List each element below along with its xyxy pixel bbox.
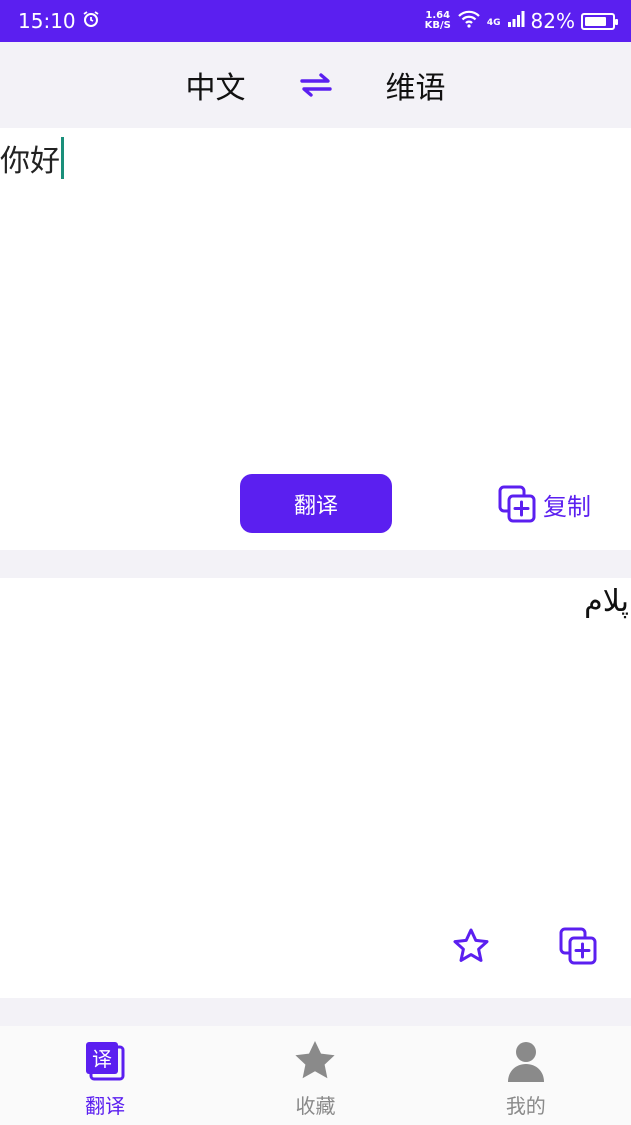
user-icon [503,1038,549,1084]
source-text-input[interactable]: 你好 [0,136,64,180]
language-bar: 中文 维语 [0,42,631,128]
translate-button[interactable]: 翻译 [240,474,392,533]
source-text-panel[interactable]: 你好 翻译 复制 [0,128,631,550]
favorite-button[interactable] [451,926,491,966]
status-right: 1.64 KB/S 4G 82% [425,9,618,33]
nav-translate[interactable]: 译 翻译 [0,1026,210,1125]
bottom-navigation: 译 翻译 收藏 我的 [0,1026,631,1125]
swap-icon [299,73,332,97]
translate-nav-icon: 译 [82,1038,128,1084]
star-outline-icon [453,928,489,962]
copy-translation-button[interactable] [558,926,598,966]
nav-profile[interactable]: 我的 [421,1026,631,1125]
status-left: 15:10 [18,9,100,33]
text-caret [61,137,64,179]
nav-translate-label: 翻译 [85,1094,126,1118]
copy-label: 复制 [543,492,591,521]
copy-icon [559,927,597,965]
source-language[interactable]: 中文 [156,63,276,107]
status-time: 15:10 [18,9,76,33]
network-type: 4G [486,18,501,28]
battery-icon [581,12,618,30]
nav-profile-label: 我的 [505,1094,546,1118]
battery-percent: 82% [530,9,575,33]
source-text: 你好 [0,144,60,179]
signal-icon [507,9,525,33]
net-speed: 1.64 KB/S [425,11,451,31]
wifi-icon [457,9,481,33]
copy-source-button[interactable]: 复制 [497,482,591,526]
nav-favorites[interactable]: 收藏 [210,1026,420,1125]
star-icon [292,1038,338,1084]
copy-icon [498,485,536,523]
alarm-icon [82,9,100,33]
translate-nav-icon-glyph: 译 [92,1047,112,1071]
swap-languages-button[interactable] [276,72,356,98]
target-language[interactable]: 维语 [356,63,476,107]
nav-favorites-label: 收藏 [295,1094,336,1118]
translation-result-panel: پلام [0,578,631,998]
translation-result: پلام [584,584,629,619]
net-speed-unit: KB/S [424,20,451,31]
status-bar: 15:10 1.64 KB/S 4G 82% [0,0,631,42]
battery-fill [585,16,607,26]
